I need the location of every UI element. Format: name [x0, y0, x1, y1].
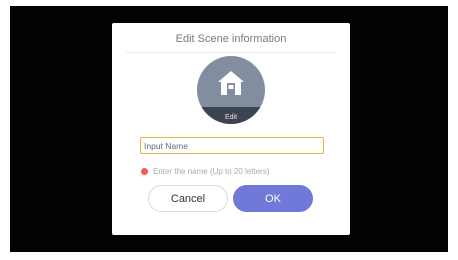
- name-input[interactable]: [140, 137, 324, 154]
- dialog-title: Edit Scene information: [175, 33, 287, 45]
- title-divider: [126, 52, 336, 53]
- name-hint: Enter the name (Up to 20 letters): [141, 165, 270, 177]
- ok-button[interactable]: OK: [233, 185, 313, 212]
- cancel-button[interactable]: Cancel: [148, 185, 228, 212]
- avatar-edit-label[interactable]: Edit: [197, 114, 265, 121]
- hint-dot-icon: [141, 167, 148, 175]
- hint-text: Enter the name (Up to 20 letters): [153, 166, 270, 176]
- edit-scene-dialog: Edit Scene information Edit Enter the na…: [112, 23, 350, 235]
- home-icon: [218, 71, 244, 95]
- scene-avatar[interactable]: Edit: [197, 56, 265, 124]
